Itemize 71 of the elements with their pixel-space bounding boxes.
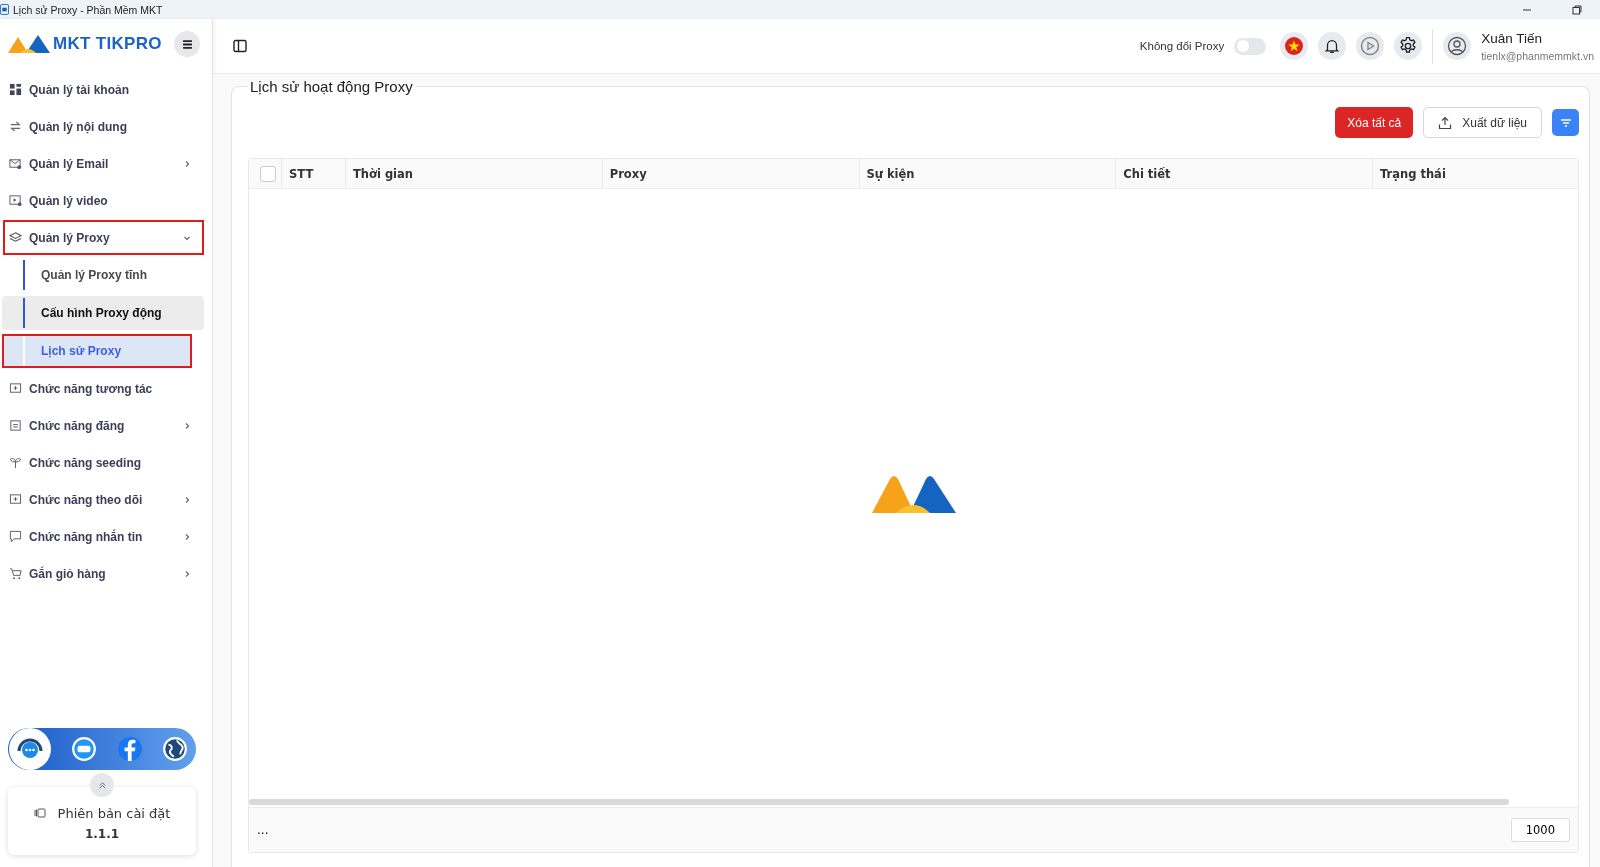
column-header: Chi tiết <box>1115 159 1372 188</box>
nav-item[interactable]: Chức năng nhắn tin <box>3 519 204 554</box>
sprout-icon <box>9 456 22 469</box>
nav-item[interactable]: Chức năng theo dõi <box>3 482 204 517</box>
nav-item[interactable]: Chức năng seeding <box>3 445 204 480</box>
nav-item[interactable]: Gắn giỏ hàng <box>3 556 204 591</box>
nav-item[interactable]: Quản lý nội dung <box>3 109 204 144</box>
play-icon <box>1360 36 1381 56</box>
column-header: Proxy <box>601 159 859 188</box>
globe-icon[interactable] <box>162 736 188 762</box>
slides-icon <box>33 808 46 818</box>
column-header: Thời gian <box>345 159 602 188</box>
cart-icon <box>9 567 22 580</box>
restore-icon[interactable] <box>1572 4 1582 15</box>
column-header: STT <box>281 159 345 188</box>
nav-subitem[interactable]: Quản lý Proxy tĩnh <box>2 258 204 292</box>
app-icon <box>0 4 9 15</box>
page-title: Lịch sử hoạt động Proxy <box>249 78 414 95</box>
flag-icon <box>1284 36 1305 56</box>
toggle-switch[interactable] <box>1234 37 1267 55</box>
bell-icon <box>1323 37 1342 55</box>
chat-plus-icon <box>9 382 22 395</box>
flag-button[interactable] <box>1280 32 1309 60</box>
upload-icon <box>1438 115 1453 130</box>
nav-item[interactable]: Chức năng tương tác <box>3 371 204 406</box>
double-chevron-up-icon <box>97 780 107 790</box>
filter-icon <box>1559 117 1572 128</box>
nav-item[interactable]: Chức năng đăng <box>3 408 204 443</box>
nav-item[interactable]: Quản lý Email <box>3 146 204 181</box>
nav-item[interactable]: Quản lý Proxy <box>3 220 204 255</box>
headset-chat-icon[interactable] <box>8 727 52 771</box>
user-icon <box>1447 36 1468 56</box>
page-size-field[interactable]: 1000 <box>1510 818 1570 842</box>
user-email: tienlx@phanmemmkt.vn <box>1481 49 1594 62</box>
version-number: 1.1.1 <box>84 826 120 841</box>
play-button[interactable] <box>1356 32 1385 60</box>
notification-button[interactable] <box>1318 32 1347 60</box>
window-title: Lịch sử Proxy - Phần Mềm MKT <box>13 3 163 16</box>
menu-button[interactable] <box>174 31 200 57</box>
facebook-icon[interactable] <box>116 736 143 762</box>
sidebar-toggle-icon[interactable] <box>233 39 247 53</box>
column-header: Sự kiện <box>858 159 1116 188</box>
settings-button[interactable] <box>1394 32 1423 60</box>
chat-icon <box>9 530 22 543</box>
select-all-checkbox[interactable] <box>260 165 276 182</box>
video-icon <box>9 194 22 207</box>
column-header: Trạng thái <box>1372 159 1578 188</box>
logo-icon <box>6 33 52 55</box>
user-name: Xuân Tiến <box>1481 30 1543 46</box>
post-icon <box>9 419 22 432</box>
toggle-label: Không đổi Proxy <box>1139 40 1225 52</box>
pagination-ellipsis[interactable]: ... <box>257 823 269 837</box>
filter-button[interactable] <box>1552 109 1579 136</box>
mail-icon <box>9 157 22 170</box>
chat-plus-icon <box>9 493 22 506</box>
layers-icon <box>9 231 22 244</box>
export-button[interactable]: Xuất dữ liệu <box>1423 107 1542 138</box>
delete-all-button[interactable]: Xóa tất cả <box>1335 107 1414 138</box>
logo-text: MKT TIKPRO <box>53 34 162 54</box>
swap-icon <box>9 120 22 133</box>
settings-icon <box>1398 36 1419 56</box>
nav-subitem[interactable]: Cấu hình Proxy động <box>2 296 204 330</box>
nav-item[interactable]: Quản lý tài khoản <box>3 72 204 107</box>
scrollbar[interactable] <box>249 799 1509 805</box>
nav-subitem[interactable]: Lịch sử Proxy <box>2 334 192 368</box>
menu-icon <box>181 38 193 50</box>
version-label: Phiên bản cài đặt <box>57 805 171 821</box>
logo-icon <box>869 473 958 513</box>
nav-item[interactable]: Quản lý video <box>3 183 204 218</box>
grid-icon <box>9 83 22 96</box>
avatar-button[interactable] <box>1443 32 1472 60</box>
